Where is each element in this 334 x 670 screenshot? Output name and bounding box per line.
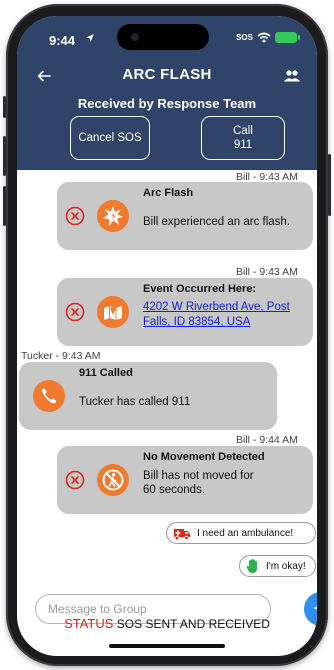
location-link[interactable]: 4202 W Riverbend Ave, Post Falls, ID 8385…: [143, 300, 290, 330]
call-911-button[interactable]: Call 911: [201, 116, 285, 160]
alert-text-line1: Bill has not moved for: [143, 470, 254, 482]
alert-bubble-no-movement: No Movement Detected Bill has not moved …: [57, 446, 313, 514]
alert-text-line2: 60 seconds.: [143, 484, 206, 496]
alert-title: Arc Flash: [143, 187, 194, 199]
map-icon: [97, 296, 129, 328]
status-text: SOS SENT AND RECEIVED: [116, 617, 270, 631]
alert-title: Event Occurred Here:: [143, 283, 257, 295]
alert-title: No Movement Detected: [143, 451, 265, 463]
alert-bubble-location: Event Occurred Here: 4202 W Riverbend Av…: [57, 278, 313, 346]
side-button-volume-down: [3, 186, 6, 226]
camera-lens: [131, 33, 139, 41]
location-link-line2: Falls, ID 83854, USA: [143, 316, 251, 328]
alert-text: Bill has not moved for 60 seconds.: [143, 469, 254, 497]
alert-bubble-911-called: 911 Called Tucker has called 911: [19, 362, 277, 430]
call-label-line2: 911: [233, 139, 253, 151]
battery-icon: [275, 32, 300, 43]
dismiss-icon[interactable]: [65, 206, 85, 226]
home-indicator[interactable]: [109, 644, 225, 648]
call-label-line1: Call: [233, 125, 253, 137]
alert-bubble-arc-flash: Arc Flash Bill experienced an arc flash.: [57, 182, 313, 250]
status-label: STATUS: [64, 616, 114, 631]
no-movement-icon: [97, 464, 129, 496]
dismiss-icon[interactable]: [65, 302, 85, 322]
quick-reply-label: I need an ambulance!: [197, 527, 294, 539]
phone-icon: [33, 380, 65, 412]
chat-thread: Bill - 9:43 AM Arc Flash Bill experience…: [17, 170, 317, 590]
sos-indicator: SOS: [236, 33, 253, 42]
dynamic-island: [117, 24, 209, 50]
group-members-button[interactable]: [279, 64, 305, 88]
dismiss-icon[interactable]: [65, 470, 85, 490]
side-button-power: [328, 154, 331, 216]
wifi-icon: [257, 32, 271, 43]
alert-title: 911 Called: [79, 367, 133, 379]
status-time: 9:44: [49, 33, 76, 48]
alert-text: Tucker has called 911: [79, 396, 191, 408]
quick-reply-ambulance[interactable]: I need an ambulance!: [166, 522, 316, 544]
message-meta: Bill - 9:44 AM: [236, 434, 298, 446]
sos-status-line: STATUS SOS SENT AND RECEIVED: [17, 616, 317, 631]
group-icon: [283, 70, 301, 82]
location-arrow-icon: [86, 34, 94, 42]
location-link-line1: 4202 W Riverbend Ave, Post: [143, 301, 290, 313]
status-indicators: SOS: [236, 32, 300, 43]
message-meta: Bill - 9:43 AM: [236, 266, 298, 278]
hand-icon: [246, 559, 257, 573]
quick-reply-label: I'm okay!: [266, 560, 306, 572]
alert-text: Bill experienced an arc flash.: [143, 216, 291, 228]
side-button-silent: [3, 96, 6, 118]
quick-reply-okay[interactable]: I'm okay!: [239, 555, 316, 577]
arc-flash-icon: [97, 200, 129, 232]
page-subtitle: Received by Response Team: [77, 96, 257, 111]
page-title: ARC FLASH: [122, 66, 212, 83]
side-button-volume-up: [3, 136, 6, 176]
nav-bar: ARC FLASH: [17, 62, 317, 90]
ambulance-icon: [174, 529, 190, 540]
app-screen: 9:44 SOS ARC FLASH Received by Response …: [17, 16, 317, 656]
message-meta: Tucker - 9:43 AM: [21, 350, 101, 362]
cancel-sos-button[interactable]: Cancel SOS: [70, 116, 150, 160]
